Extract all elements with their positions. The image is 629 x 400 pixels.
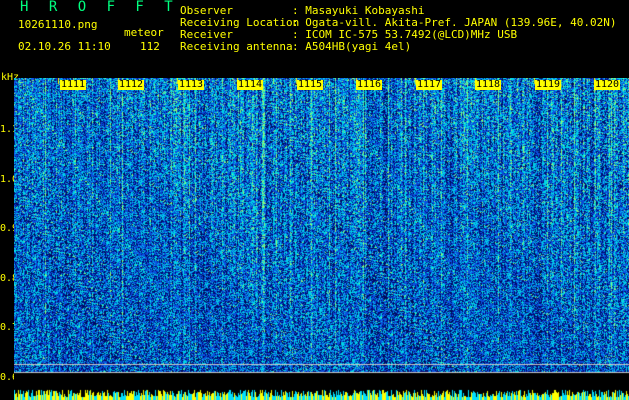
datetime-label: 02.10.26 11:10 — [18, 40, 111, 53]
header-info: H R O F F T 10261110.png meteor 02.10.26… — [0, 0, 629, 72]
minute-label: 1116 — [356, 79, 383, 90]
minute-label: 1117 — [416, 79, 443, 90]
filename-label: 10261110.png — [18, 18, 98, 31]
count-label: 112 — [140, 40, 160, 53]
minute-label: 1120 — [594, 79, 621, 90]
minute-label: 1115 — [297, 79, 324, 90]
minute-label: 1113 — [178, 79, 205, 90]
mode-label: meteor — [124, 26, 164, 39]
minute-label: 1111 — [60, 79, 87, 90]
spectrogram-canvas — [14, 78, 629, 400]
minute-label: 1118 — [475, 79, 502, 90]
minute-label: 1112 — [118, 79, 145, 90]
brand-title: H R O F F T — [20, 0, 179, 15]
antenna-label: Receiving antenna — [180, 40, 293, 53]
minute-label: 1114 — [237, 79, 264, 90]
minute-label: 1119 — [535, 79, 562, 90]
antenna-value: : A504HB(yagi 4el) — [292, 40, 412, 53]
